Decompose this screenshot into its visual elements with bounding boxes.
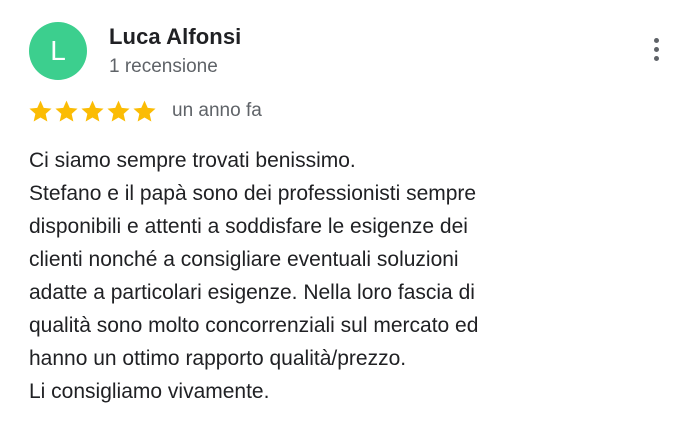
review-text-line: qualità sono molto concorrenziali sul me… xyxy=(29,314,479,337)
star-icon xyxy=(107,100,130,122)
rating-row: un anno fa xyxy=(28,96,262,126)
more-vertical-icon-dot xyxy=(653,55,659,61)
star-icon xyxy=(55,100,78,122)
review-text-line: adatte a particolari esigenze. Nella lor… xyxy=(29,281,475,304)
review-text-line: disponibili e attenti a soddisfare le es… xyxy=(29,215,468,238)
more-vertical-icon-dot xyxy=(653,46,659,52)
review-count[interactable]: 1 recensione xyxy=(109,56,218,78)
star-icon xyxy=(133,100,156,122)
review-text-line: Stefano e il papà sono dei professionist… xyxy=(29,182,477,205)
review-card: L Luca Alfonsi 1 recensione un anno fa C… xyxy=(0,0,700,435)
star-icon xyxy=(29,100,52,122)
review-text: Ci siamo sempre trovati benissimo. Stefan… xyxy=(29,144,669,408)
more-options-button[interactable] xyxy=(641,32,671,66)
review-text-line: clienti nonché a consigliare eventuali s… xyxy=(29,248,459,271)
review-text-line: Ci siamo sempre trovati benissimo. xyxy=(29,149,356,172)
author-name[interactable]: Luca Alfonsi xyxy=(109,24,241,50)
more-vertical-icon xyxy=(653,37,659,43)
star-icon xyxy=(81,100,104,122)
review-text-line: Li consigliamo vivamente. xyxy=(29,380,270,403)
star-rating xyxy=(28,99,157,124)
avatar-initial: L xyxy=(50,35,66,66)
review-date: un anno fa xyxy=(172,100,262,121)
avatar[interactable]: L xyxy=(29,22,87,80)
review-text-line: hanno un ottimo rapporto qualità/prezzo. xyxy=(29,347,407,370)
